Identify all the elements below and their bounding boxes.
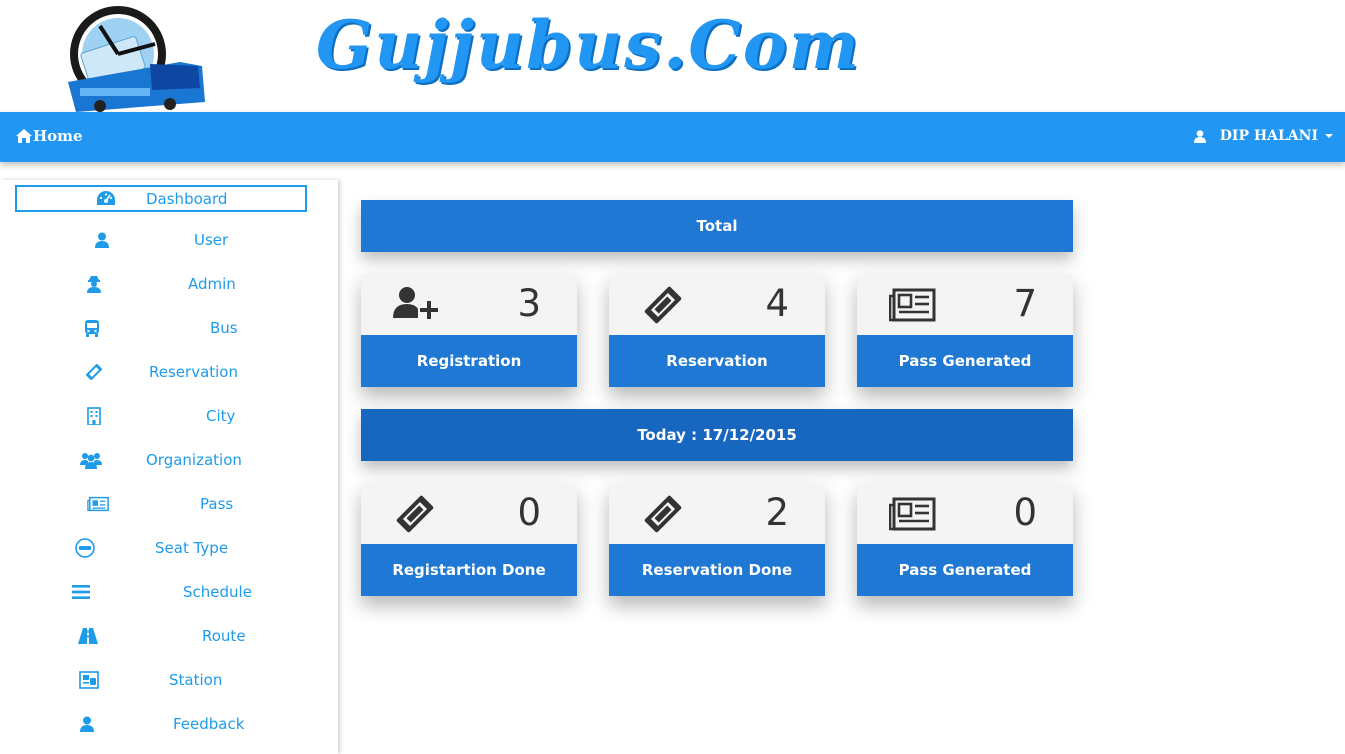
sidebar-item-label: Dashboard <box>146 190 228 208</box>
sidebar-item-label: Admin <box>188 275 236 293</box>
sidebar-item-label: Pass <box>200 495 234 513</box>
group-icon <box>80 450 102 470</box>
sidebar-item-label: Organization <box>146 451 242 469</box>
stat-card-reservation-done[interactable]: 2 Reservation Done <box>609 483 825 596</box>
stat-card-registration-done[interactable]: 0 Registartion Done <box>361 483 577 596</box>
sidebar-item-seat-type[interactable]: Seat Type <box>0 534 338 564</box>
stat-value: 0 <box>517 491 541 534</box>
ticket-icon <box>83 362 105 382</box>
sidebar-item-label: Station <box>169 671 223 689</box>
admin-icon <box>83 274 105 294</box>
list-icon <box>70 582 92 602</box>
logo[interactable] <box>40 4 215 112</box>
stat-value: 2 <box>765 491 789 534</box>
sidebar-item-feedback[interactable]: Feedback <box>0 710 338 740</box>
brand-title: Gujjubus.Com <box>316 6 861 84</box>
dashboard-icon <box>95 188 117 208</box>
user-menu[interactable]: DIP HALANI <box>1193 128 1333 144</box>
sidebar-item-admin[interactable]: Admin <box>0 270 338 300</box>
sidebar-item-reservation[interactable]: Reservation <box>0 358 338 388</box>
sidebar-item-organization[interactable]: Organization <box>0 446 338 476</box>
site-header: Gujjubus.Com <box>0 0 1345 112</box>
stat-card-pass-generated[interactable]: 7 Pass Generated <box>857 274 1073 387</box>
newspaper-icon <box>87 494 109 514</box>
minus-circle-icon <box>74 538 96 558</box>
stat-value: 7 <box>1013 282 1037 325</box>
newspaper-icon <box>888 284 937 326</box>
user-icon <box>76 714 98 734</box>
home-link[interactable]: Home <box>16 127 83 145</box>
sidebar: Dashboard User Admin Bus Reservation Cit… <box>0 180 338 754</box>
stat-label: Pass Generated <box>857 335 1073 387</box>
chevron-down-icon <box>1325 134 1333 138</box>
sidebar-item-route[interactable]: Route <box>0 622 338 652</box>
stat-card-reservation[interactable]: 4 Reservation <box>609 274 825 387</box>
user-icon <box>91 230 113 250</box>
stat-card-registration[interactable]: 3 Registration <box>361 274 577 387</box>
sidebar-item-bus[interactable]: Bus <box>0 314 338 344</box>
stat-label: Registration <box>361 335 577 387</box>
home-icon <box>16 129 32 143</box>
sidebar-item-dashboard[interactable]: Dashboard <box>15 185 307 212</box>
stat-label: Pass Generated <box>857 544 1073 596</box>
ticket-icon <box>393 493 441 535</box>
station-icon <box>78 670 100 690</box>
ticket-icon <box>641 284 689 326</box>
sidebar-item-city[interactable]: City <box>0 402 338 432</box>
sidebar-item-station[interactable]: Station <box>0 666 338 696</box>
top-navbar: Home DIP HALANI <box>0 112 1345 162</box>
stat-label: Reservation <box>609 335 825 387</box>
sidebar-item-label: User <box>194 231 229 249</box>
bus-icon <box>81 318 103 338</box>
home-label: Home <box>33 127 83 145</box>
stat-value: 3 <box>517 282 541 325</box>
user-name: DIP HALANI <box>1219 128 1318 144</box>
stat-value: 0 <box>1013 491 1037 534</box>
sidebar-item-schedule[interactable]: Schedule <box>0 578 338 608</box>
newspaper-icon <box>888 493 937 535</box>
sidebar-item-label: City <box>206 407 236 425</box>
sidebar-item-label: Reservation <box>149 363 238 381</box>
ticket-icon <box>641 493 689 535</box>
stat-label: Registartion Done <box>361 544 577 596</box>
total-header: Total <box>361 200 1073 252</box>
today-header: Today : 17/12/2015 <box>361 409 1073 461</box>
sidebar-item-user[interactable]: User <box>0 226 338 256</box>
user-icon <box>1193 129 1206 143</box>
stat-value: 4 <box>765 282 789 325</box>
stat-label: Reservation Done <box>609 544 825 596</box>
sidebar-item-label: Route <box>202 627 246 645</box>
sidebar-item-pass[interactable]: Pass <box>0 490 338 520</box>
sidebar-item-label: Feedback <box>173 715 245 733</box>
stat-card-pass-generated-today[interactable]: 0 Pass Generated <box>857 483 1073 596</box>
sidebar-item-label: Bus <box>210 319 238 337</box>
user-plus-icon <box>393 284 441 326</box>
sidebar-item-label: Seat Type <box>155 539 229 557</box>
road-icon <box>77 626 99 646</box>
building-icon <box>83 406 105 426</box>
sidebar-item-label: Schedule <box>183 583 252 601</box>
